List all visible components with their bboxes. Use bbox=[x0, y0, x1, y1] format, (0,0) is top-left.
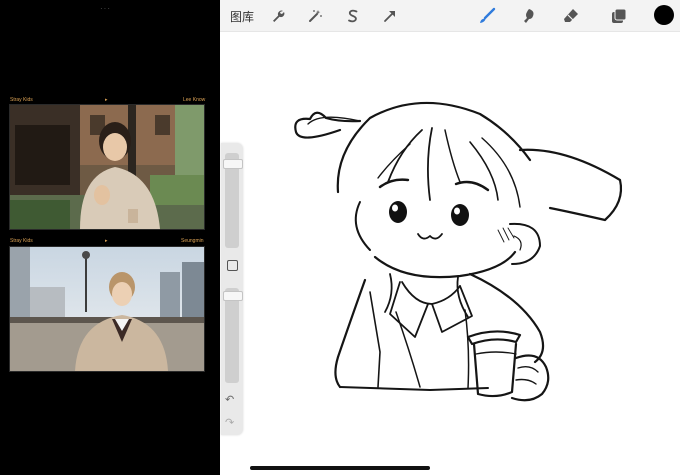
reference-photo-2 bbox=[9, 246, 205, 372]
right-ear-stroke bbox=[518, 148, 623, 222]
adjustments-wand-icon[interactable] bbox=[304, 5, 326, 27]
home-indicator bbox=[250, 466, 430, 470]
smudge-icon[interactable] bbox=[518, 5, 540, 27]
reference-photo-1 bbox=[9, 104, 205, 230]
coffee-cup-stroke bbox=[466, 330, 522, 346]
layers-icon[interactable] bbox=[608, 5, 630, 27]
transform-arrow-icon[interactable] bbox=[379, 5, 401, 27]
gallery-button[interactable]: 图库 bbox=[230, 8, 254, 25]
photo-1-arrow-icon: ▸ bbox=[105, 97, 108, 103]
hair-outline-stroke bbox=[336, 101, 532, 194]
left-ear-stroke bbox=[294, 111, 362, 139]
color-picker-swatch[interactable] bbox=[654, 5, 674, 25]
top-dots: ··· bbox=[100, 4, 111, 13]
photo-2-right-label: Seungmin bbox=[181, 238, 204, 244]
top-toolbar: 图库 bbox=[220, 0, 680, 32]
photo-2-arrow-icon: ▸ bbox=[105, 238, 108, 244]
brush-icon[interactable] bbox=[476, 5, 498, 27]
selection-s-icon[interactable] bbox=[342, 5, 364, 27]
eraser-icon[interactable] bbox=[560, 5, 582, 27]
photo-1-right-label: Lee Know bbox=[183, 97, 206, 103]
sketch-canvas[interactable] bbox=[220, 32, 680, 475]
photo-1-left-label: Stray Kids bbox=[10, 97, 33, 103]
actions-wrench-icon[interactable] bbox=[267, 5, 289, 27]
reference-pane: ··· Stray Kids ▸ Lee Know Stray Kids ▸ S… bbox=[0, 0, 218, 475]
jacket-left-stroke bbox=[334, 278, 367, 389]
photo-2-left-label: Stray Kids bbox=[10, 238, 33, 244]
jacket-right-stroke bbox=[468, 272, 545, 364]
